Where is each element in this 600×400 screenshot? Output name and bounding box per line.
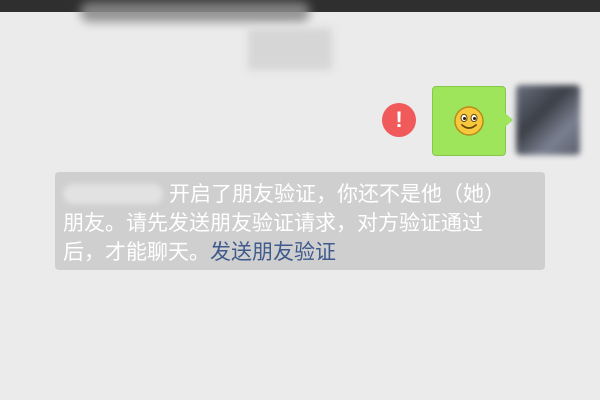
notice-text-1: 开启了朋友验证，你还不是他（她） xyxy=(169,182,505,206)
smiley-emoji-icon xyxy=(454,106,484,136)
exclamation-glyph: ! xyxy=(395,107,403,132)
send-verification-link[interactable]: 发送朋友验证 xyxy=(210,240,336,264)
chat-screen: ! 开启了朋友验证，你还不是他（她） 朋友。请先发送朋友验证请求，对方验证通过 … xyxy=(0,0,600,400)
blurred-header-title xyxy=(80,2,310,22)
bubble-tail xyxy=(505,113,513,127)
notice-line-3: 后，才能聊天。发送朋友验证 xyxy=(63,238,535,267)
system-notice: 开启了朋友验证，你还不是他（她） 朋友。请先发送朋友验证请求，对方验证通过 后，… xyxy=(55,172,545,270)
blurred-contact-name xyxy=(63,184,163,204)
outgoing-message-row: ! xyxy=(380,85,600,157)
notice-line-1: 开启了朋友验证，你还不是他（她） xyxy=(63,180,535,209)
blurred-timestamp xyxy=(248,28,332,70)
notice-line-2: 朋友。请先发送朋友验证请求，对方验证通过 xyxy=(63,211,483,235)
message-bubble[interactable] xyxy=(432,86,506,156)
avatar[interactable] xyxy=(516,85,580,155)
notice-text-3: 后，才能聊天。 xyxy=(63,240,210,264)
exclamation-icon[interactable]: ! xyxy=(382,103,416,137)
